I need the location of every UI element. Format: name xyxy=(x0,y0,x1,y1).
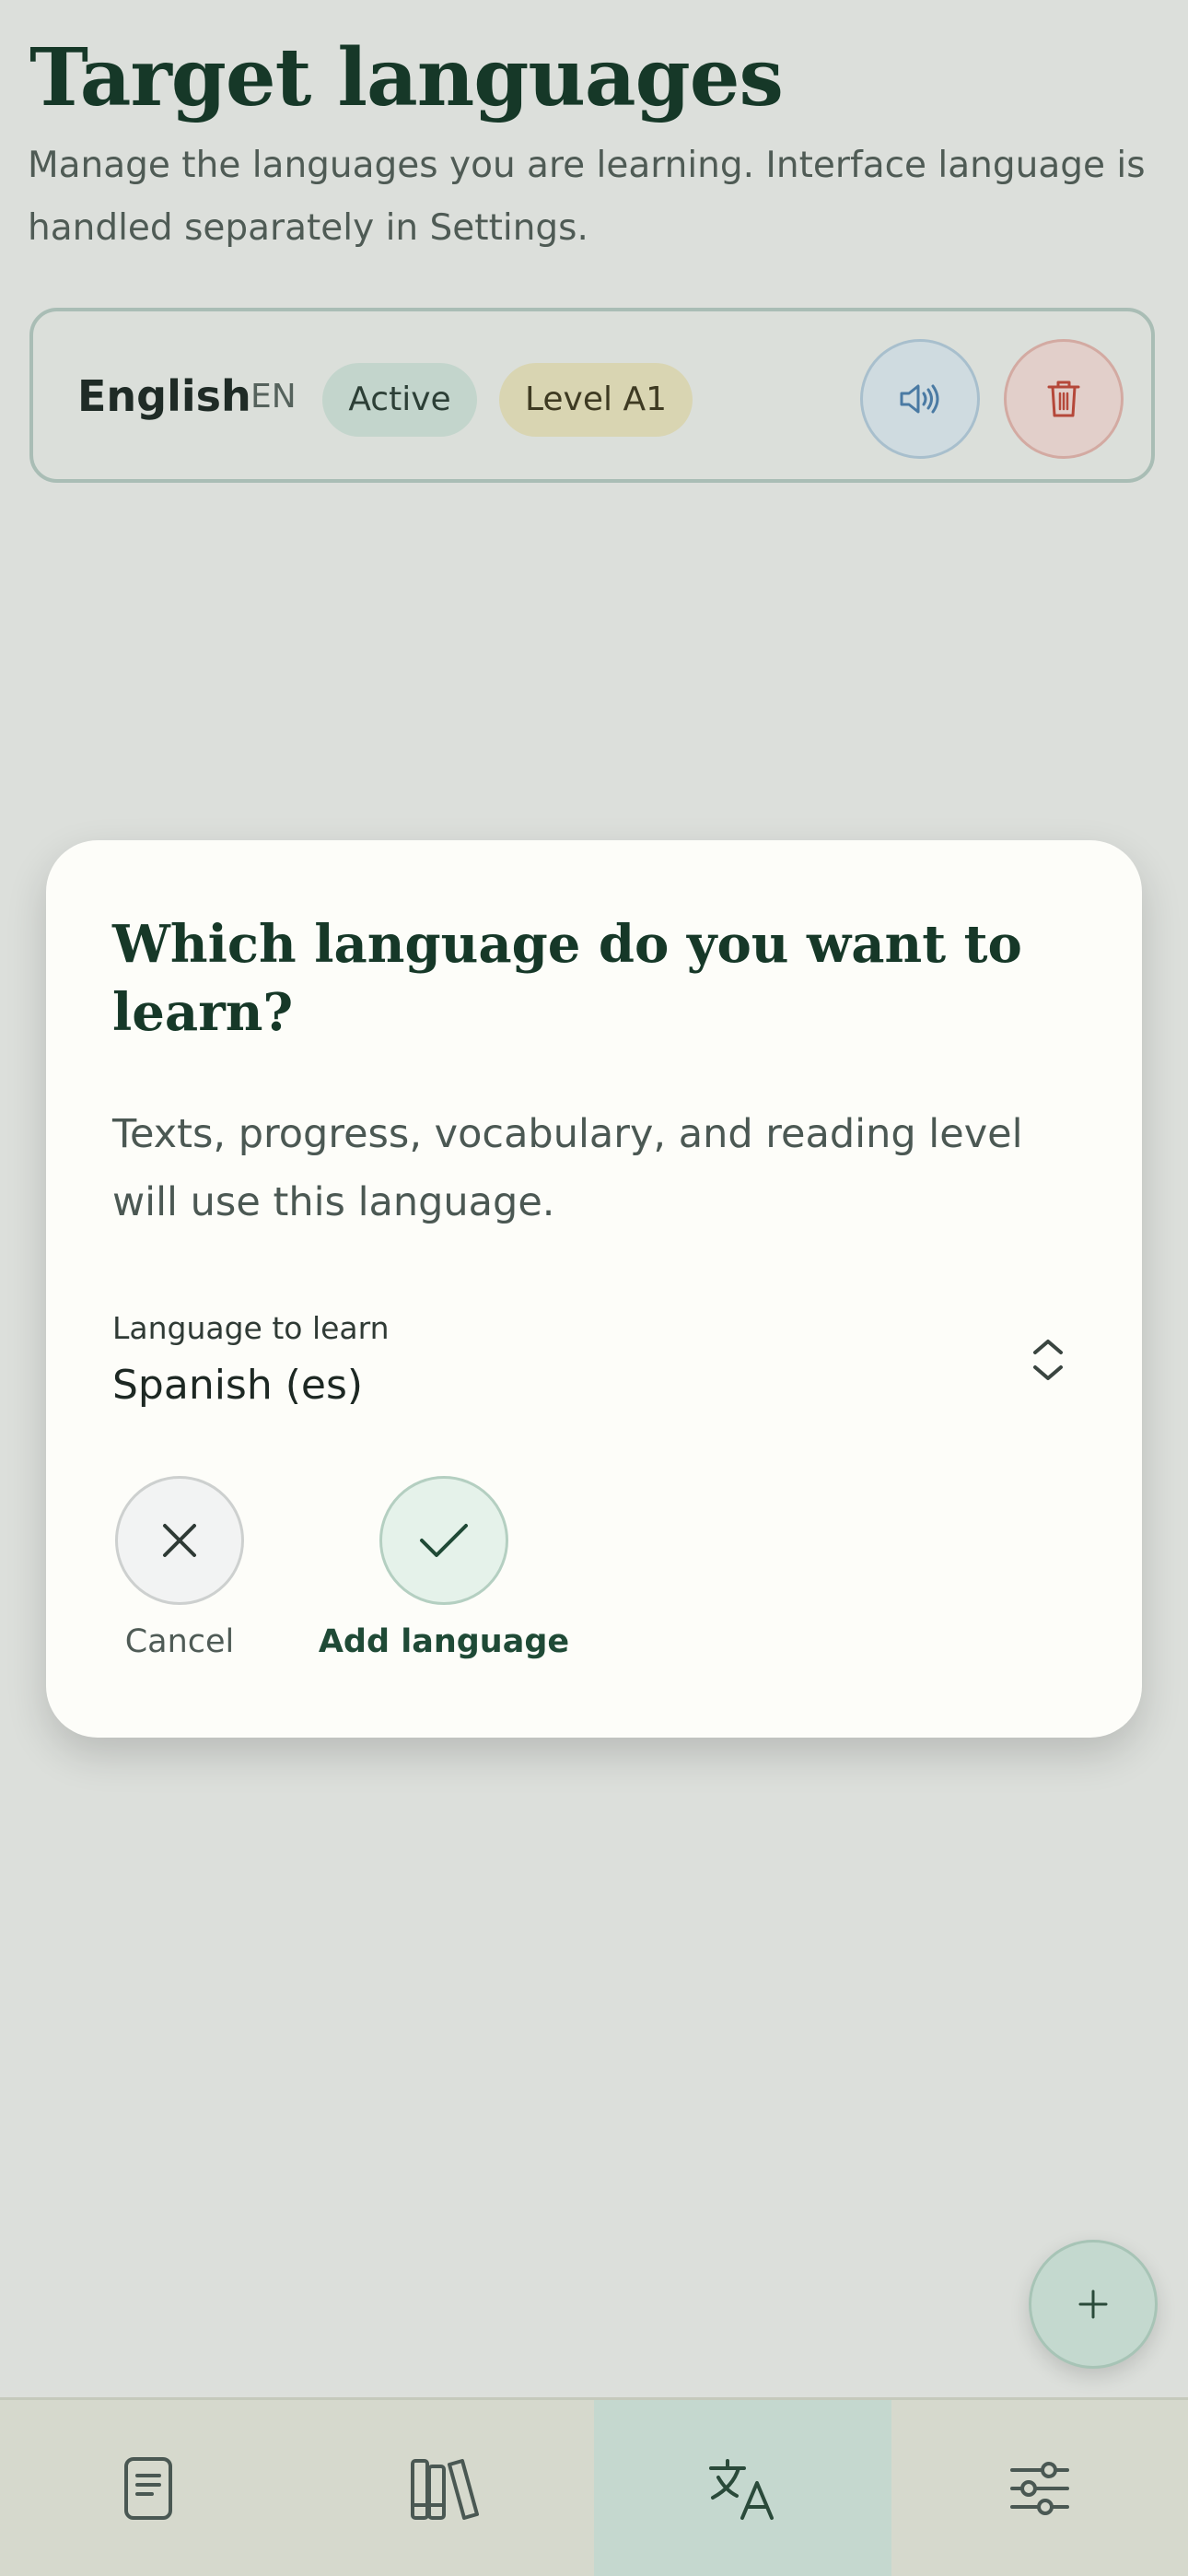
language-card-english[interactable]: English EN Active Level A1 xyxy=(29,308,1155,483)
confirm-circle[interactable] xyxy=(379,1476,508,1605)
cancel-circle[interactable] xyxy=(115,1476,244,1605)
document-icon xyxy=(124,2456,173,2520)
translate-icon xyxy=(709,2458,775,2520)
chevron-up-down-icon[interactable] xyxy=(1026,1330,1070,1389)
close-icon xyxy=(163,1524,196,1557)
speaker-icon xyxy=(900,384,939,414)
trash-icon xyxy=(1047,381,1080,417)
page-subtitle: Manage the languages you are learning. I… xyxy=(28,145,1146,249)
nav-item-settings[interactable] xyxy=(891,2400,1188,2576)
language-code: EN xyxy=(250,378,297,416)
check-icon xyxy=(420,1524,468,1557)
language-select-label: Language to learn xyxy=(112,1310,390,1346)
status-badge: Active xyxy=(322,363,477,437)
nav-item-texts[interactable] xyxy=(0,2400,297,2576)
add-language-fab[interactable] xyxy=(1029,2240,1158,2369)
language-name: English xyxy=(77,371,251,421)
nav-item-library[interactable] xyxy=(297,2400,595,2576)
nav-item-languages[interactable] xyxy=(594,2400,891,2576)
add-language-label: Add language xyxy=(318,1623,570,1660)
speak-button[interactable] xyxy=(860,339,980,459)
sliders-icon xyxy=(1009,2461,1069,2515)
dialog-title: Which language do you want to learn? xyxy=(112,914,1022,1043)
cancel-label: Cancel xyxy=(124,1623,235,1660)
cancel-button[interactable]: Cancel xyxy=(112,1476,247,1664)
dialog-description: Texts, progress, vocabulary, and reading… xyxy=(112,1111,1023,1225)
delete-language-button[interactable] xyxy=(1004,339,1124,459)
level-badge: Level A1 xyxy=(499,363,693,437)
library-icon xyxy=(410,2458,479,2520)
add-language-dialog: Which language do you want to learn? Tex… xyxy=(46,840,1142,1738)
language-select[interactable]: Spanish (es) xyxy=(112,1358,363,1413)
plus-icon xyxy=(1078,2289,1108,2319)
bottom-nav xyxy=(0,2397,1188,2576)
page-title: Target languages xyxy=(29,31,784,124)
add-language-button[interactable]: Add language xyxy=(287,1476,600,1664)
